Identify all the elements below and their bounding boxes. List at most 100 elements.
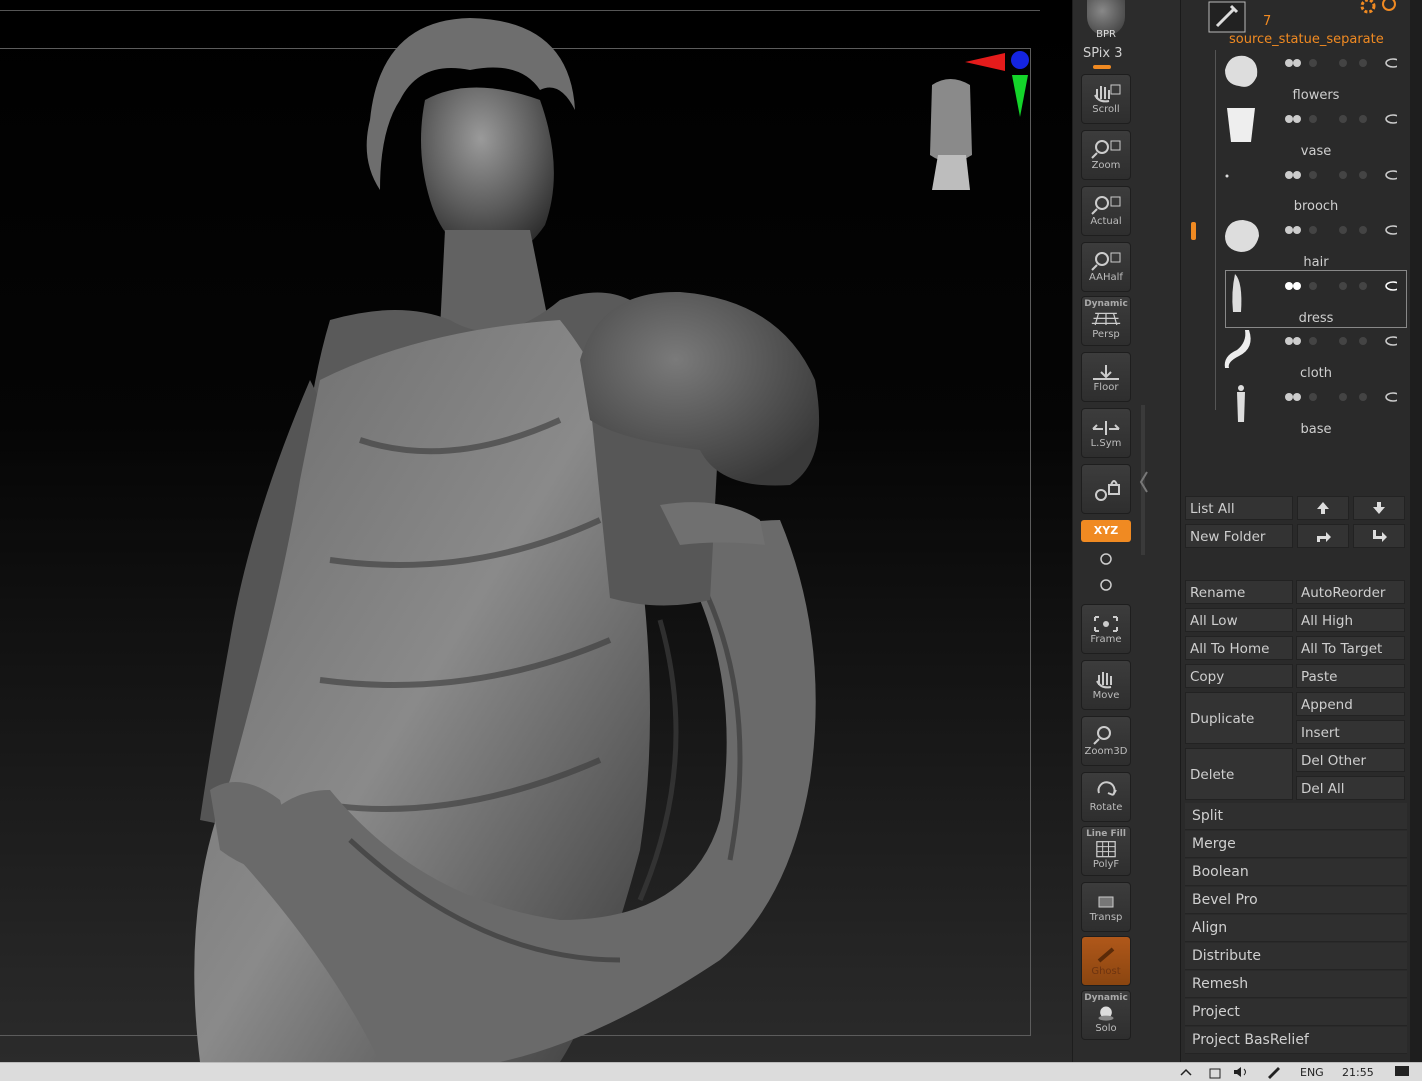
- gizmo-head: [930, 79, 972, 162]
- all-to-home-button[interactable]: All To Home: [1185, 636, 1293, 660]
- paste-button[interactable]: Paste: [1296, 664, 1405, 688]
- solo-button[interactable]: Dynamic Solo: [1081, 990, 1131, 1040]
- copy-button[interactable]: Copy: [1185, 664, 1293, 688]
- gear-icon[interactable]: [1359, 0, 1399, 16]
- bpr-button[interactable]: BPR: [1087, 0, 1125, 40]
- aahalf-button[interactable]: AAHalf: [1081, 242, 1131, 292]
- actual-button[interactable]: Actual: [1081, 186, 1131, 236]
- subtool-name: vase: [1300, 144, 1332, 159]
- menu-bevel-pro[interactable]: Bevel Pro: [1185, 887, 1407, 914]
- transparency-icon: [1098, 896, 1114, 908]
- frame-button[interactable]: Frame: [1081, 604, 1131, 654]
- menu-align[interactable]: Align: [1185, 915, 1407, 942]
- gizmo-z-dot: [1011, 51, 1029, 69]
- tool-name: source_statue_separate: [1229, 32, 1384, 47]
- chevron-up-icon[interactable]: [1180, 1067, 1192, 1077]
- menu-merge[interactable]: Merge: [1185, 831, 1407, 858]
- subtool-controls[interactable]: [1267, 166, 1401, 180]
- spix-slider[interactable]: [1093, 65, 1111, 69]
- rename-button[interactable]: Rename: [1185, 580, 1293, 604]
- duplicate-button[interactable]: Duplicate: [1185, 692, 1293, 744]
- autoreorder-button[interactable]: AutoReorder: [1296, 580, 1405, 604]
- all-high-button[interactable]: All High: [1296, 608, 1405, 632]
- subtool-scroll-indicator[interactable]: [1191, 222, 1196, 240]
- subtool-thumbnail: [1225, 55, 1258, 87]
- floor-button[interactable]: Floor: [1081, 352, 1131, 402]
- magnifier-icon: [1091, 196, 1121, 215]
- menu-distribute[interactable]: Distribute: [1185, 943, 1407, 970]
- turn-arrow-icon: [1373, 530, 1387, 542]
- menu-project[interactable]: Project: [1185, 999, 1407, 1026]
- subtool-name: dress: [1298, 311, 1334, 326]
- magnifier-icon: [1091, 140, 1121, 159]
- arrow-up-icon: [1317, 502, 1329, 514]
- move-up-folder-button[interactable]: [1297, 524, 1349, 548]
- symmetry-arrows-icon: [1092, 421, 1120, 435]
- subtool-thumbnail: [1237, 385, 1245, 422]
- navigation-gizmo[interactable]: [910, 45, 1040, 195]
- lock-icon: [1095, 480, 1120, 501]
- collapse-arrow-icon[interactable]: [1139, 470, 1149, 494]
- subtool-controls[interactable]: [1267, 110, 1401, 124]
- menu-project-basrelief[interactable]: Project BasRelief: [1185, 1027, 1407, 1054]
- move-up-button[interactable]: [1297, 496, 1349, 520]
- rotate-y-icon[interactable]: [1097, 550, 1115, 568]
- right-shelf: BPR SPix 3 Scroll Zoom Actual AAHalf Dyn…: [1072, 0, 1181, 1062]
- perspective-grid-icon: [1091, 312, 1121, 326]
- subtool-controls[interactable]: [1267, 221, 1401, 235]
- zoom-button[interactable]: Zoom: [1081, 130, 1131, 180]
- subtool-name: brooch: [1293, 199, 1339, 214]
- subtool-list: 7 source_statue_separate flowers vase br…: [1181, 0, 1411, 488]
- frame-icon: [1094, 616, 1118, 632]
- xyz-button[interactable]: XYZ: [1081, 520, 1131, 542]
- scroll-button[interactable]: Scroll: [1081, 74, 1131, 124]
- gizmo-x-arrow: [965, 53, 1005, 71]
- append-button[interactable]: Append: [1296, 692, 1405, 716]
- subtool-controls[interactable]: [1267, 332, 1401, 346]
- local-transform-button[interactable]: [1081, 464, 1131, 514]
- document-canvas[interactable]: [0, 0, 1072, 1062]
- zoom3d-button[interactable]: Zoom3D: [1081, 716, 1131, 766]
- notification-icon[interactable]: [1394, 1065, 1410, 1079]
- subtool-controls[interactable]: [1267, 54, 1401, 68]
- persp-button[interactable]: Dynamic Persp: [1081, 296, 1131, 346]
- move-down-button[interactable]: [1353, 496, 1405, 520]
- language-indicator[interactable]: ENG: [1300, 1066, 1324, 1079]
- speaker-icon[interactable]: [1232, 1065, 1250, 1079]
- floor-icon: [1093, 365, 1119, 380]
- delete-button[interactable]: Delete: [1185, 748, 1293, 800]
- turn-arrow-icon: [1317, 532, 1331, 542]
- del-other-button[interactable]: Del Other: [1296, 748, 1405, 772]
- subtool-count: 7: [1263, 14, 1272, 29]
- subtool-controls[interactable]: [1267, 277, 1401, 291]
- magnifier-icon: [1093, 726, 1111, 745]
- menu-remesh[interactable]: Remesh: [1185, 971, 1407, 998]
- rotate-button[interactable]: Rotate: [1081, 772, 1131, 822]
- panel-scrollbar[interactable]: [1410, 0, 1422, 1062]
- all-low-button[interactable]: All Low: [1185, 608, 1293, 632]
- tool-thumbnail-icon[interactable]: [1207, 0, 1247, 34]
- lsym-button[interactable]: L.Sym: [1081, 408, 1131, 458]
- menu-boolean[interactable]: Boolean: [1185, 859, 1407, 886]
- move-down-folder-button[interactable]: [1353, 524, 1405, 548]
- clock[interactable]: 21:55: [1342, 1066, 1374, 1079]
- spix-label[interactable]: SPix 3: [1083, 46, 1123, 61]
- rotate-z-icon[interactable]: [1097, 576, 1115, 594]
- polyf-button[interactable]: Line Fill PolyF: [1081, 826, 1131, 876]
- subtool-thumbnail: [1225, 174, 1229, 178]
- insert-button[interactable]: Insert: [1296, 720, 1405, 744]
- ghost-icon: [1097, 947, 1115, 963]
- all-to-target-button[interactable]: All To Target: [1296, 636, 1405, 660]
- pen-icon[interactable]: [1266, 1065, 1282, 1079]
- transp-button[interactable]: Transp: [1081, 882, 1131, 932]
- del-all-button[interactable]: Del All: [1296, 776, 1405, 800]
- list-all-button[interactable]: List All: [1185, 496, 1293, 520]
- subtool-controls[interactable]: [1267, 388, 1401, 402]
- subtool-name: flowers: [1292, 88, 1340, 103]
- move-button[interactable]: Move: [1081, 660, 1131, 710]
- network-icon[interactable]: [1208, 1065, 1222, 1079]
- subtool-thumbnail: [1224, 330, 1251, 368]
- menu-split[interactable]: Split: [1185, 803, 1407, 830]
- ghost-button[interactable]: Ghost: [1081, 936, 1131, 986]
- new-folder-button[interactable]: New Folder: [1185, 524, 1293, 548]
